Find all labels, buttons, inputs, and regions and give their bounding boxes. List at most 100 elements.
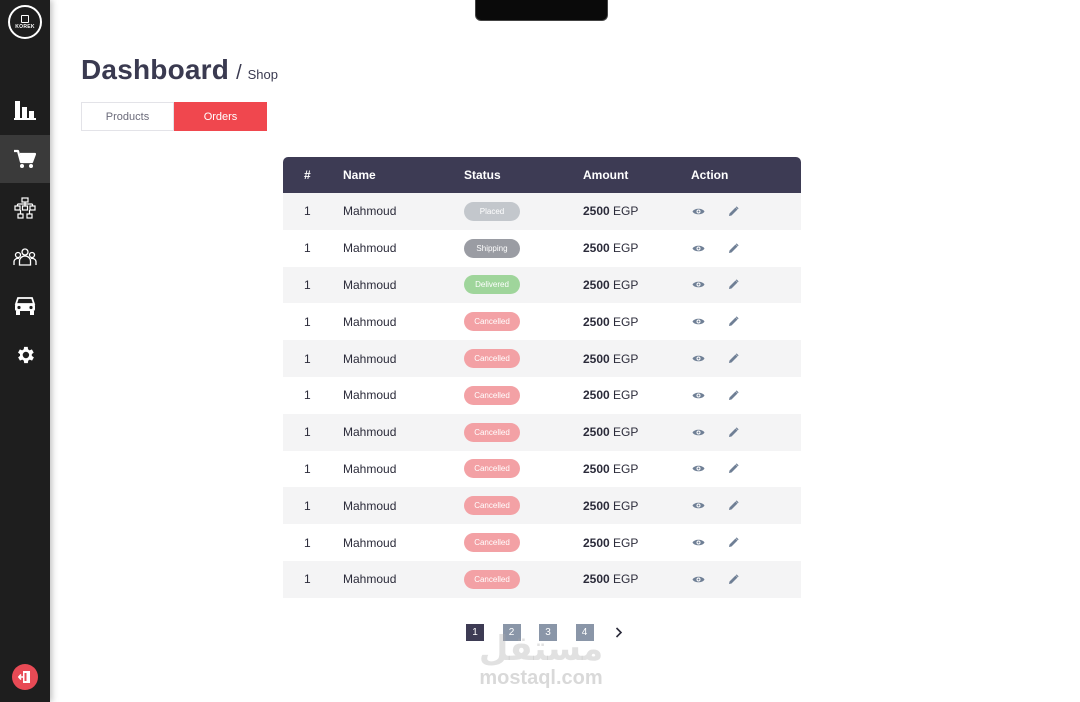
pencil-icon — [728, 279, 739, 290]
row-status-cell: Cancelled — [464, 569, 583, 589]
sidebar-item-hierarchy[interactable] — [0, 184, 50, 232]
breadcrumb-separator: / — [236, 62, 242, 84]
row-name: Mahmoud — [343, 388, 397, 403]
row-amount: 2500 EGP — [583, 536, 691, 550]
eye-icon — [692, 576, 704, 583]
row-name: Mahmoud — [343, 351, 397, 366]
eye-icon — [692, 539, 704, 546]
brand-logo[interactable]: KOREK — [8, 5, 42, 39]
row-status-cell: Cancelled — [464, 533, 583, 553]
view-button[interactable] — [691, 462, 705, 476]
orders-table: # Name Status Amount Action 1 Mahmoud Plac… — [283, 157, 801, 598]
row-name: Mahmoud — [343, 241, 397, 256]
eye-icon — [692, 392, 704, 399]
row-number: 1 — [304, 425, 311, 440]
view-button[interactable] — [691, 352, 705, 366]
view-button[interactable] — [691, 388, 705, 402]
amount-value: 2500 — [583, 461, 610, 476]
edit-button[interactable] — [726, 388, 740, 402]
status-badge: Cancelled — [464, 312, 520, 332]
pencil-icon — [728, 353, 739, 364]
page-button-4[interactable]: 4 — [575, 624, 594, 641]
amount-value: 2500 — [583, 425, 610, 440]
column-header-name: Name — [343, 168, 376, 182]
sidebar-item-vehicles[interactable] — [0, 282, 50, 330]
eye-icon — [692, 429, 704, 435]
sidebar-item-settings[interactable] — [0, 331, 50, 379]
sidebar-item-reports[interactable] — [0, 86, 50, 134]
amount-currency: EGP — [613, 535, 639, 550]
row-amount: 2500 EGP — [583, 315, 691, 329]
row-actions — [691, 315, 801, 329]
row-actions — [691, 462, 801, 476]
pencil-icon — [728, 574, 739, 584]
eye-icon — [692, 502, 704, 509]
logout-button[interactable] — [12, 664, 38, 690]
column-header-number: # — [304, 168, 311, 182]
logo-text: KOREK — [15, 23, 35, 30]
table-row: 1 Mahmoud Cancelled 2500 EGP — [283, 303, 801, 340]
row-number: 1 — [304, 461, 311, 476]
status-badge: Cancelled — [464, 533, 520, 553]
amount-currency: EGP — [613, 204, 639, 219]
eye-icon — [692, 282, 704, 288]
row-number: 1 — [304, 498, 311, 513]
table-row: 1 Mahmoud Cancelled 2500 EGP — [283, 487, 801, 525]
pencil-icon — [728, 427, 739, 437]
sidebar-item-users[interactable] — [0, 233, 50, 281]
page-button-2[interactable]: 2 — [502, 624, 521, 641]
view-button[interactable] — [691, 572, 705, 586]
edit-button[interactable] — [726, 352, 740, 366]
tab-orders[interactable]: Orders — [174, 102, 267, 131]
edit-button[interactable] — [726, 462, 740, 476]
amount-value: 2500 — [583, 241, 610, 256]
edit-button[interactable] — [726, 572, 740, 586]
page-button-1[interactable]: 1 — [466, 624, 484, 641]
edit-button[interactable] — [726, 536, 740, 550]
view-button[interactable] — [691, 241, 705, 255]
view-button[interactable] — [691, 536, 705, 550]
view-button[interactable] — [691, 499, 705, 513]
page-button-3[interactable]: 3 — [539, 624, 557, 641]
edit-button[interactable] — [726, 425, 740, 439]
sidebar-item-shop[interactable] — [0, 135, 50, 183]
org-tree-icon — [14, 197, 36, 219]
row-amount: 2500 EGP — [583, 278, 691, 292]
edit-button[interactable] — [726, 241, 740, 255]
next-page-button[interactable] — [612, 624, 626, 641]
edit-button[interactable] — [726, 499, 740, 513]
top-notch — [475, 0, 608, 21]
edit-button[interactable] — [726, 204, 740, 218]
amount-value: 2500 — [583, 388, 610, 403]
row-actions — [691, 204, 801, 218]
row-status-cell: Shipping — [464, 238, 583, 258]
edit-button[interactable] — [726, 315, 740, 329]
status-badge: Cancelled — [464, 422, 520, 442]
gear-icon — [18, 346, 34, 364]
cart-icon — [14, 149, 36, 168]
row-status-cell: Cancelled — [464, 459, 583, 479]
amount-value: 2500 — [583, 498, 610, 513]
amount-currency: EGP — [613, 388, 639, 403]
view-button[interactable] — [691, 278, 705, 292]
breadcrumb[interactable]: Shop — [248, 67, 278, 82]
view-button[interactable] — [691, 315, 705, 329]
row-actions — [691, 499, 801, 513]
tab-bar: Products Orders — [81, 102, 267, 131]
table-row: 1 Mahmoud Cancelled 2500 EGP — [283, 377, 801, 414]
pencil-icon — [728, 390, 739, 400]
edit-button[interactable] — [726, 278, 740, 292]
table-row: 1 Mahmoud Shipping 2500 EGP — [283, 230, 801, 267]
row-name: Mahmoud — [343, 572, 397, 587]
amount-value: 2500 — [583, 572, 610, 587]
row-number: 1 — [304, 351, 311, 366]
status-badge: Shipping — [464, 238, 520, 258]
row-status-cell: Cancelled — [464, 496, 583, 516]
row-amount: 2500 EGP — [583, 241, 691, 255]
tab-products[interactable]: Products — [81, 102, 174, 131]
row-amount: 2500 EGP — [583, 572, 691, 586]
pencil-icon — [728, 463, 739, 474]
row-name: Mahmoud — [343, 535, 397, 550]
view-button[interactable] — [691, 425, 705, 439]
view-button[interactable] — [691, 204, 705, 218]
